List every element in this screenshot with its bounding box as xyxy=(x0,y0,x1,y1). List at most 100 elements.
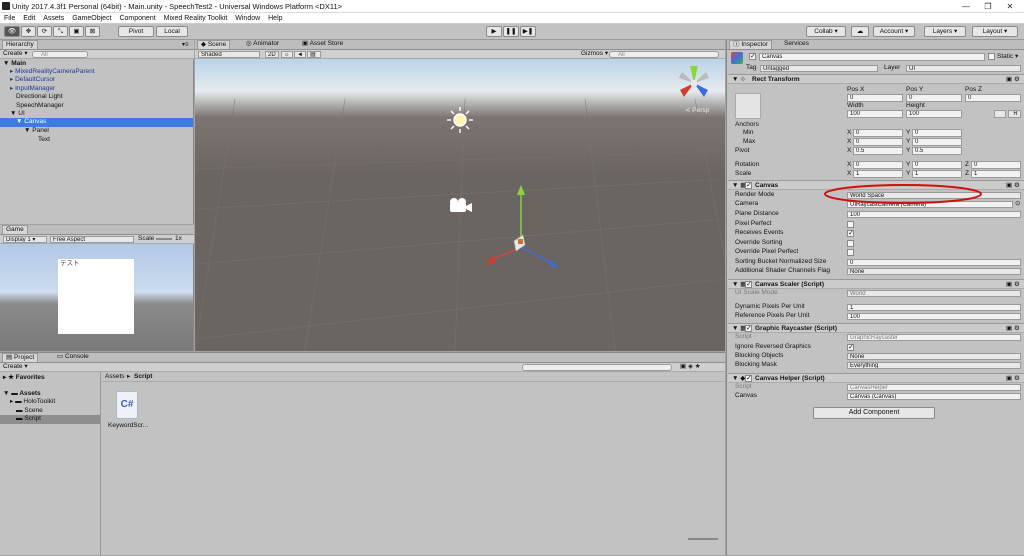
reference-pixels-input[interactable]: 100 xyxy=(847,313,1021,320)
pos-x-input[interactable]: 0 xyxy=(847,94,903,102)
blocking-mask-select[interactable]: Everything xyxy=(847,362,1021,369)
transform-tool-icon[interactable]: ⊠ xyxy=(85,26,100,37)
pivot-y-input[interactable]: 0.5 xyxy=(912,147,962,155)
menu-window[interactable]: Window xyxy=(235,15,260,22)
shading-mode-select[interactable]: Shaded xyxy=(198,51,260,58)
rotate-tool-icon[interactable]: ⟳ xyxy=(37,26,52,37)
plane-distance-input[interactable]: 100 xyxy=(847,211,1021,218)
anchor-max-y-input[interactable]: 0 xyxy=(912,138,962,146)
folder-scene[interactable]: ▬ Scene xyxy=(16,407,43,415)
raw-edit-button[interactable]: R xyxy=(1008,110,1021,118)
hierarchy-item-ui[interactable]: ▼ UI xyxy=(10,110,25,118)
aspect-select[interactable]: Free Aspect xyxy=(50,236,134,243)
step-button[interactable]: ▶❚ xyxy=(520,26,536,37)
scene-orientation-gizmo[interactable] xyxy=(673,62,715,104)
hierarchy-item-speechmanager[interactable]: SpeechManager xyxy=(16,102,64,110)
anchor-min-y-input[interactable]: 0 xyxy=(912,129,962,137)
canvas-helper-header[interactable]: ▼ ◆ ✓ Canvas Helper (Script) ▣ ⚙ xyxy=(728,373,1024,383)
effects-icon[interactable]: ▤ xyxy=(307,51,321,58)
scale-slider[interactable] xyxy=(156,238,172,240)
hierarchy-item-directional-light[interactable]: Directional Light xyxy=(16,93,63,101)
canvas-scaler-enabled-checkbox[interactable]: ✓ xyxy=(745,281,752,288)
tab-animator[interactable]: ◎ Animator xyxy=(243,40,283,49)
minimize-icon[interactable]: — xyxy=(955,1,977,12)
scale-tool-icon[interactable]: ⤡ xyxy=(53,26,68,37)
pause-button[interactable]: ❚❚ xyxy=(503,26,519,37)
object-name-input[interactable]: Canvas xyxy=(759,53,985,61)
scene-search-input[interactable]: All xyxy=(609,51,719,58)
hierarchy-item-mixedrealitycameraparent[interactable]: ▸ MixedRealityCameraParent xyxy=(10,68,95,76)
camera-icon[interactable] xyxy=(447,196,473,214)
scale-y-input[interactable]: 1 xyxy=(912,170,962,178)
close-icon[interactable]: ✕ xyxy=(999,1,1021,12)
csharp-script-icon[interactable]: C# xyxy=(116,391,138,419)
add-component-button[interactable]: Add Component xyxy=(813,407,935,419)
component-menu-icon[interactable]: ▣ ⚙ xyxy=(1006,76,1020,84)
active-checkbox[interactable]: ✓ xyxy=(749,53,756,60)
hierarchy-item-panel[interactable]: ▼ Panel xyxy=(24,127,49,135)
hierarchy-item-text[interactable]: Text xyxy=(38,136,50,144)
blueprint-mode-button[interactable] xyxy=(994,110,1006,118)
graphic-raycaster-enabled-checkbox[interactable]: ✓ xyxy=(745,325,752,332)
tab-inspector[interactable]: ⓘ Inspector xyxy=(729,40,773,49)
hierarchy-item-inputmanager[interactable]: ▸ InputManager xyxy=(10,85,55,93)
folder-script-selected[interactable]: ▬ Script xyxy=(0,415,100,424)
menu-mixed-reality-toolkit[interactable]: Mixed Reality Toolkit xyxy=(164,15,228,22)
hierarchy-item-defaultcursor[interactable]: ▸ DefaultCursor xyxy=(10,76,55,84)
hierarchy-scene-root[interactable]: ▼ Main xyxy=(3,60,26,68)
canvas-scaler-menu-icon[interactable]: ▣ ⚙ xyxy=(1006,281,1020,289)
menu-gameobject[interactable]: GameObject xyxy=(72,15,111,22)
play-button[interactable]: ▶ xyxy=(486,26,502,37)
width-input[interactable]: 100 xyxy=(847,110,903,118)
scale-x-input[interactable]: 1 xyxy=(853,170,903,178)
canvas-helper-enabled-checkbox[interactable]: ✓ xyxy=(745,375,752,382)
canvas-helper-menu-icon[interactable]: ▣ ⚙ xyxy=(1006,375,1020,383)
maximize-icon[interactable]: ❐ xyxy=(977,1,999,12)
canvas-component-menu-icon[interactable]: ▣ ⚙ xyxy=(1006,182,1020,190)
anchor-max-x-input[interactable]: 0 xyxy=(853,138,903,146)
icon-size-slider[interactable] xyxy=(688,538,718,540)
layout-button[interactable]: Layout ▾ xyxy=(972,26,1018,37)
canvas-enabled-checkbox[interactable]: ✓ xyxy=(745,182,752,189)
sorting-bucket-input[interactable]: 0 xyxy=(847,259,1021,266)
game-viewport[interactable]: テスト xyxy=(0,244,193,351)
gizmos-button[interactable]: Gizmos ▾ xyxy=(581,50,608,58)
hierarchy-create-button[interactable]: Create ▾ xyxy=(3,50,28,58)
ignore-reversed-checkbox[interactable]: ✓ xyxy=(847,344,854,351)
favorites-node[interactable]: ▸ ★ Favorites xyxy=(3,374,45,382)
project-search-input[interactable] xyxy=(522,364,672,371)
project-create-button[interactable]: Create ▾ xyxy=(3,363,28,371)
layer-select[interactable]: UI xyxy=(906,65,1021,72)
rect-tool-icon[interactable]: ▣ xyxy=(69,26,84,37)
sun-icon[interactable] xyxy=(445,105,475,135)
graphic-raycaster-menu-icon[interactable]: ▣ ⚙ xyxy=(1006,325,1020,333)
rotation-x-input[interactable]: 0 xyxy=(853,161,903,169)
hand-tool-icon[interactable]: 👁 xyxy=(4,26,20,37)
tab-game[interactable]: Game xyxy=(2,225,28,234)
account-button[interactable]: Account ▾ xyxy=(873,26,915,37)
folder-holotoolkit[interactable]: ▸ ▬ HoloToolkit xyxy=(10,398,55,406)
menu-component[interactable]: Component xyxy=(119,15,155,22)
height-input[interactable]: 100 xyxy=(906,110,962,118)
filter-icons[interactable]: ▣ ◈ ★ xyxy=(680,363,701,371)
canvas-scaler-header[interactable]: ▼ ▦ ✓ Canvas Scaler (Script) ▣ ⚙ xyxy=(728,279,1024,289)
static-checkbox[interactable] xyxy=(988,53,995,60)
hierarchy-item-canvas-selected[interactable]: ▼ Canvas xyxy=(0,118,193,127)
tab-asset-store[interactable]: ▣ Asset Store xyxy=(299,40,347,49)
breadcrumb-script[interactable]: Script xyxy=(134,373,152,381)
dynamic-pixels-input[interactable]: 1 xyxy=(847,304,1021,311)
cloud-icon[interactable]: ☁ xyxy=(851,26,869,37)
scale-z-input[interactable]: 1 xyxy=(971,170,1021,178)
shader-channels-select[interactable]: None xyxy=(847,268,1021,275)
rotation-z-input[interactable]: 0 xyxy=(971,161,1021,169)
menu-help[interactable]: Help xyxy=(268,15,282,22)
toggle-2d-button[interactable]: 2D xyxy=(265,51,279,58)
display-select[interactable]: Display 1 ▾ xyxy=(3,236,47,243)
move-gizmo[interactable] xyxy=(481,183,561,267)
menu-edit[interactable]: Edit xyxy=(23,15,35,22)
rotation-y-input[interactable]: 0 xyxy=(912,161,962,169)
hierarchy-search-input[interactable]: All xyxy=(32,51,88,58)
pos-y-input[interactable]: 0 xyxy=(906,94,962,102)
layers-button[interactable]: Layers ▾ xyxy=(924,26,966,37)
anchors-label[interactable]: Anchors xyxy=(735,121,759,129)
